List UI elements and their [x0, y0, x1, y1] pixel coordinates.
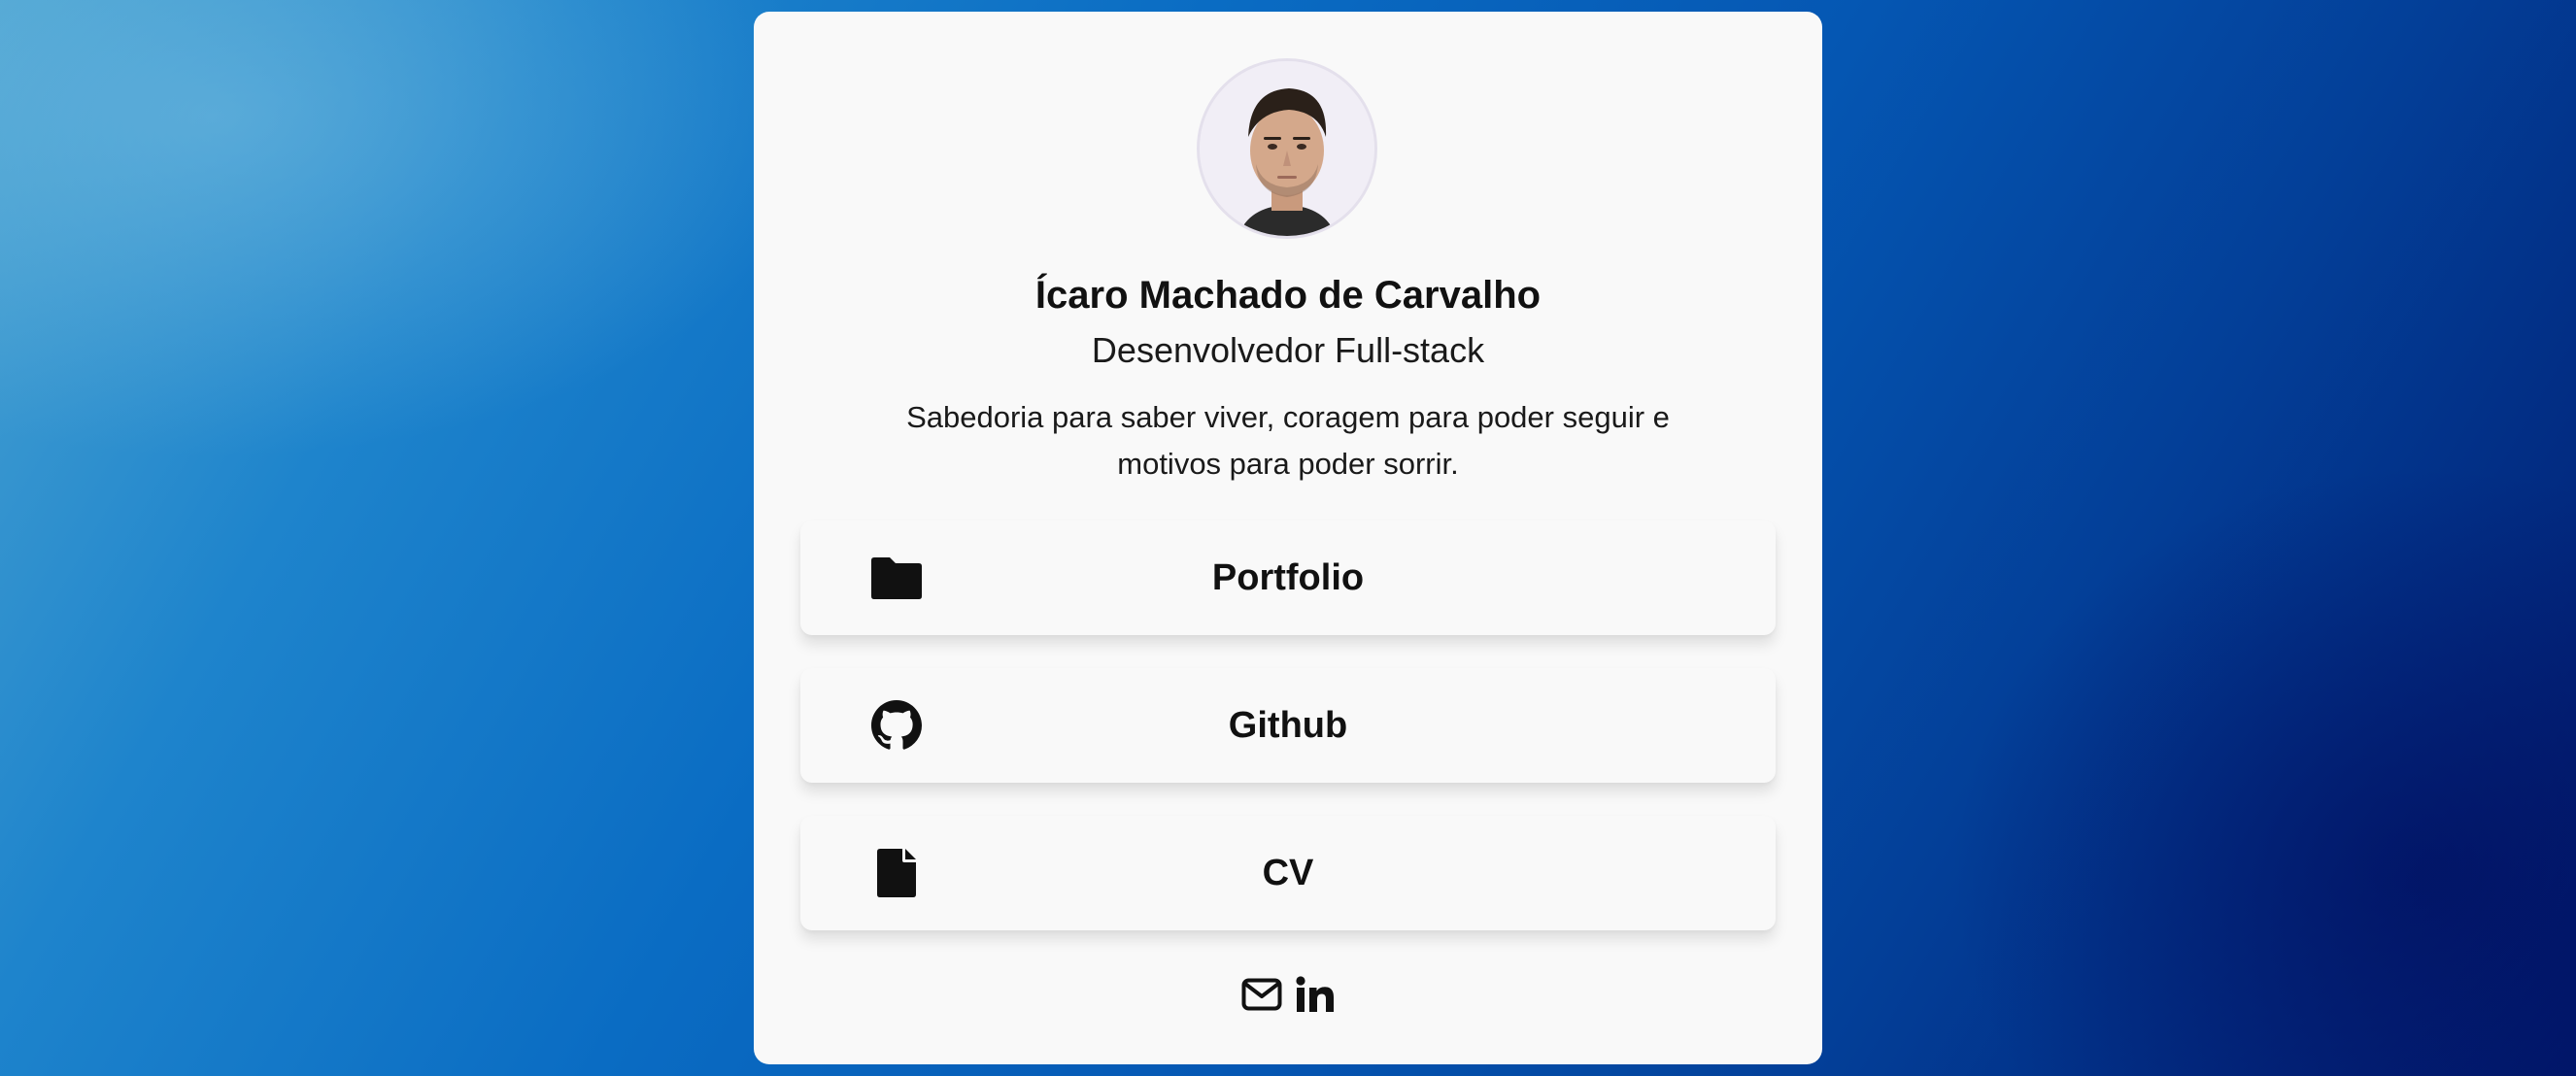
cv-button[interactable]: CV	[800, 816, 1776, 930]
linkedin-icon	[1296, 976, 1334, 1012]
avatar	[1197, 58, 1377, 239]
github-button[interactable]: Github	[800, 668, 1776, 783]
profile-card: Ícaro Machado de Carvalho Desenvolvedor …	[754, 12, 1822, 1064]
profile-role: Desenvolvedor Full-stack	[1091, 330, 1485, 370]
social-links	[754, 965, 1822, 1024]
github-label: Github	[1228, 705, 1348, 746]
portfolio-button[interactable]: Portfolio	[800, 521, 1776, 635]
cv-label: CV	[1262, 853, 1314, 893]
email-link[interactable]	[1241, 978, 1282, 1011]
envelope-icon	[1241, 978, 1282, 1011]
avatar-photo	[1200, 61, 1374, 236]
profile-bio: Sabedoria para saber viver, coragem para…	[906, 400, 1670, 481]
portfolio-label: Portfolio	[1211, 557, 1365, 598]
profile-name: Ícaro Machado de Carvalho	[1034, 274, 1542, 317]
linkedin-link[interactable]	[1296, 976, 1335, 1013]
